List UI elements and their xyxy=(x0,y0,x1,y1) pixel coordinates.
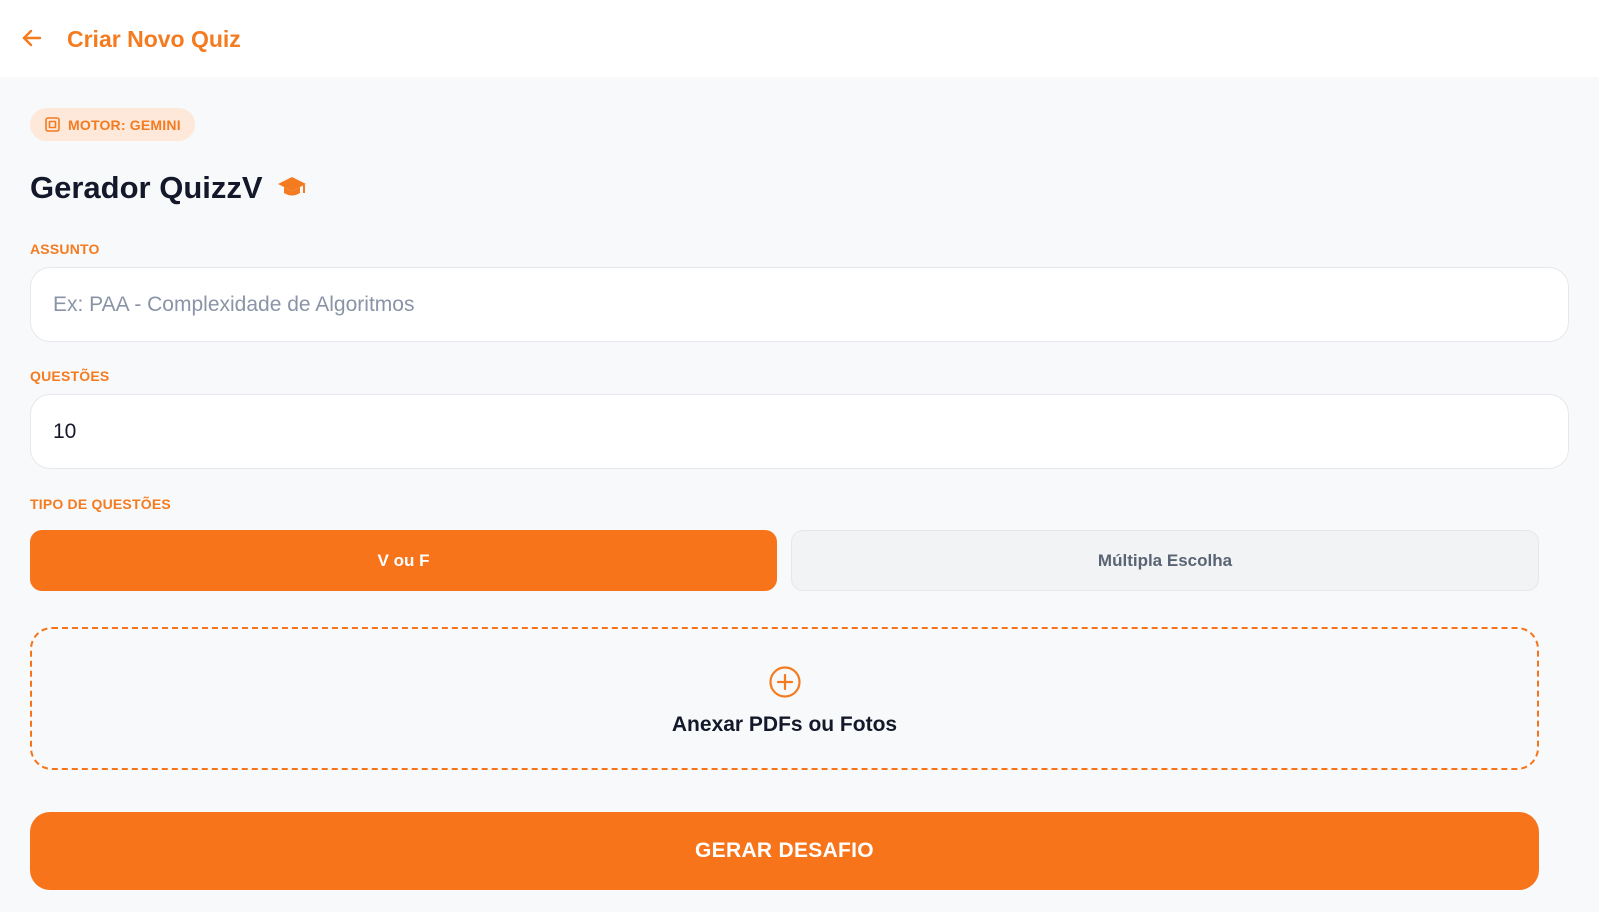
engine-badge-label: MOTOR: GEMINI xyxy=(68,116,181,133)
generator-title: Gerador QuizzV xyxy=(30,170,263,205)
questions-input[interactable] xyxy=(30,394,1569,469)
chip-icon xyxy=(45,117,60,132)
upload-dropzone[interactable]: Anexar PDFs ou Fotos xyxy=(30,627,1539,770)
subject-label: ASSUNTO xyxy=(30,241,100,257)
back-button[interactable] xyxy=(16,22,48,54)
engine-badge: MOTOR: GEMINI xyxy=(30,108,195,141)
questions-label: QUESTÕES xyxy=(30,368,110,384)
generator-heading: Gerador QuizzV xyxy=(30,170,307,206)
upload-label: Anexar PDFs ou Fotos xyxy=(671,713,898,736)
graduation-cap-icon xyxy=(277,177,306,196)
plus-circle-icon xyxy=(769,666,801,698)
question-type-label: TIPO DE QUESTÕES xyxy=(30,496,171,512)
subject-input[interactable] xyxy=(30,267,1569,342)
top-bar: Criar Novo Quiz xyxy=(0,0,1599,77)
generate-challenge-button[interactable]: GERAR DESAFIO xyxy=(30,812,1539,890)
true-false-option-button[interactable]: V ou F xyxy=(30,530,777,591)
arrow-left-icon xyxy=(22,29,42,47)
page-title: Criar Novo Quiz xyxy=(67,26,241,52)
multiple-choice-option-button[interactable]: Múltipla Escolha xyxy=(791,530,1539,591)
